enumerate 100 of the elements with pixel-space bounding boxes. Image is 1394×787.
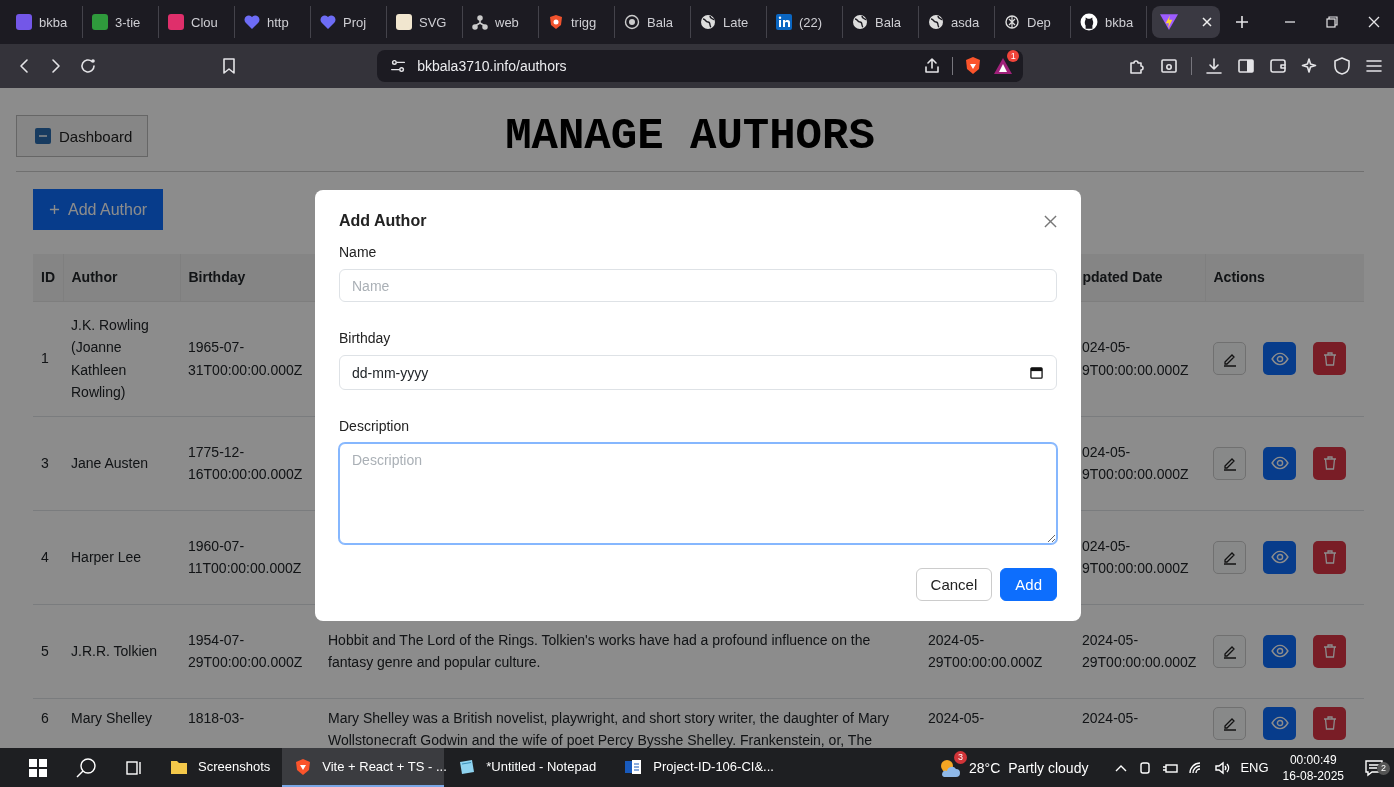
browser-tab[interactable]: Clou [160,6,235,38]
browser-tab[interactable]: 3-tie [84,6,159,38]
column-header: Birthday [188,269,246,285]
view-button[interactable] [1263,634,1296,668]
table-cell: 2024-05- [928,709,985,726]
browser-tab[interactable] [1152,6,1220,38]
shield-icon [548,14,564,30]
table-cell: 024-05-9T00:00:00.000Z [1082,537,1189,576]
knot-icon [1004,14,1020,30]
column-header: Author [71,269,118,285]
column-header: Actions [1213,269,1265,285]
browser-tab[interactable]: Bala [844,6,919,38]
browser-tab[interactable]: Late [692,6,767,38]
taskbar-app[interactable]: Project-ID-106-CI&... [611,748,786,787]
edit-button[interactable] [1213,446,1246,480]
view-button[interactable] [1263,540,1296,574]
table-cell: 1775-12-16T00:00:00.000Z [188,443,303,482]
delete-button[interactable] [1313,706,1346,740]
trash-icon [1321,549,1338,565]
browser-tab[interactable]: Proj [312,6,387,38]
table-cell: 1 [41,350,49,367]
app-icon [396,14,412,30]
table-cell: Hobbit and The Lord of the Rings. Tolkien's works have had a profound influence on the fantasy genre and popular culture. [328,631,871,670]
reader-icon[interactable] [1159,56,1180,76]
field-label: Description [339,418,411,434]
notification-badge: 2 [1377,761,1390,775]
lightning-triangle-icon [1160,13,1178,31]
app-icon [168,14,184,30]
document-icon[interactable] [623,757,644,776]
sidebar-icon[interactable] [1236,56,1256,76]
notification-icon[interactable] [1364,757,1384,778]
download-icon[interactable] [1204,56,1224,76]
view-button[interactable] [1263,706,1296,740]
address-bar[interactable]: bkbala3710.info/authors 1 [377,50,1024,82]
calendar-icon[interactable] [1030,366,1043,379]
restore-icon[interactable] [1326,16,1338,28]
delete-button[interactable] [1313,540,1346,574]
browser-tab[interactable]: asda [920,6,995,38]
browser-tab[interactable]: Dep [996,6,1071,38]
trash-icon [1321,455,1338,471]
edit-button[interactable] [1213,706,1246,740]
reload-icon[interactable] [78,56,98,76]
name-field[interactable]: Name [339,269,1057,302]
browser-tab[interactable]: (22) [768,6,843,38]
table-cell: 4 [41,548,49,565]
site-settings-icon[interactable] [389,57,408,75]
browser-tab[interactable]: web [464,6,539,38]
table-cell: Mary Shelley [71,709,152,726]
shield-icon[interactable] [1332,56,1352,76]
cancel-button[interactable]: Cancel [915,568,993,601]
browser-tab[interactable]: http [236,6,311,38]
table-cell: Harper Lee [71,548,142,565]
description-field[interactable]: Description [339,443,1057,544]
lion-shield-icon[interactable] [294,757,313,776]
browser-tab[interactable]: Bala [616,6,691,38]
page-title: MANAGE AUTHORS [505,111,875,161]
new-tab-icon[interactable] [1235,15,1249,29]
globe-icon [852,14,868,30]
delete-button[interactable] [1313,342,1346,375]
globe-icon [700,14,716,30]
dialog-title: Add Author [339,212,427,230]
wallet-icon[interactable] [1268,56,1288,76]
language-indicator[interactable]: ENG [1240,760,1269,775]
browser-tab[interactable]: bkba [8,6,83,38]
table-cell: 2024-05- [1082,709,1139,726]
taskbar-app[interactable]: Vite + React + TS - ... [282,748,445,787]
delete-button[interactable] [1313,446,1346,480]
task-view-icon[interactable] [125,758,143,777]
table-cell: 1960-07-11T00:00:00.000Z [188,537,302,576]
delete-button[interactable] [1313,634,1346,668]
windows-start-icon[interactable] [29,758,47,777]
add-button[interactable]: Add [1000,568,1057,601]
table-cell: 3 [41,454,49,471]
table-cell: 1818-03- [188,709,245,726]
browser-tab[interactable]: SVG [388,6,463,38]
plus-icon [49,204,60,215]
browser-tab[interactable]: bkba [1072,6,1147,38]
column-header: pdated Date [1082,269,1163,285]
edit-button[interactable] [1213,540,1246,574]
weather-text: Partly cloudy [1008,759,1089,776]
trash-icon [1321,715,1338,731]
table-cell: 2024-05-29T00:00:00.000Z [1082,631,1197,670]
clock[interactable]: 00:00:49 16-08-2025 [1282,751,1344,784]
eye-icon [1270,714,1289,732]
square-logo-icon [776,14,792,30]
meet-icon[interactable] [1138,760,1153,775]
table-cell: 6 [41,709,49,726]
view-button[interactable] [1263,342,1296,375]
table-cell: 1954-07-29T00:00:00.000Z [188,631,303,670]
speaker-icon[interactable] [1214,760,1231,775]
search-icon[interactable] [75,756,97,779]
taskbar-app[interactable]: Screenshots [158,748,283,787]
view-button[interactable] [1263,446,1296,480]
dashboard-button[interactable]: Dashboard [16,115,149,157]
date-field[interactable]: dd-mm-yyyy [339,355,1057,390]
field-label: Birthday [339,330,392,346]
edit-button[interactable] [1213,342,1246,375]
edit-button[interactable] [1213,634,1246,668]
browser-tab[interactable]: trigg [540,6,615,38]
heart-icon [244,14,260,30]
